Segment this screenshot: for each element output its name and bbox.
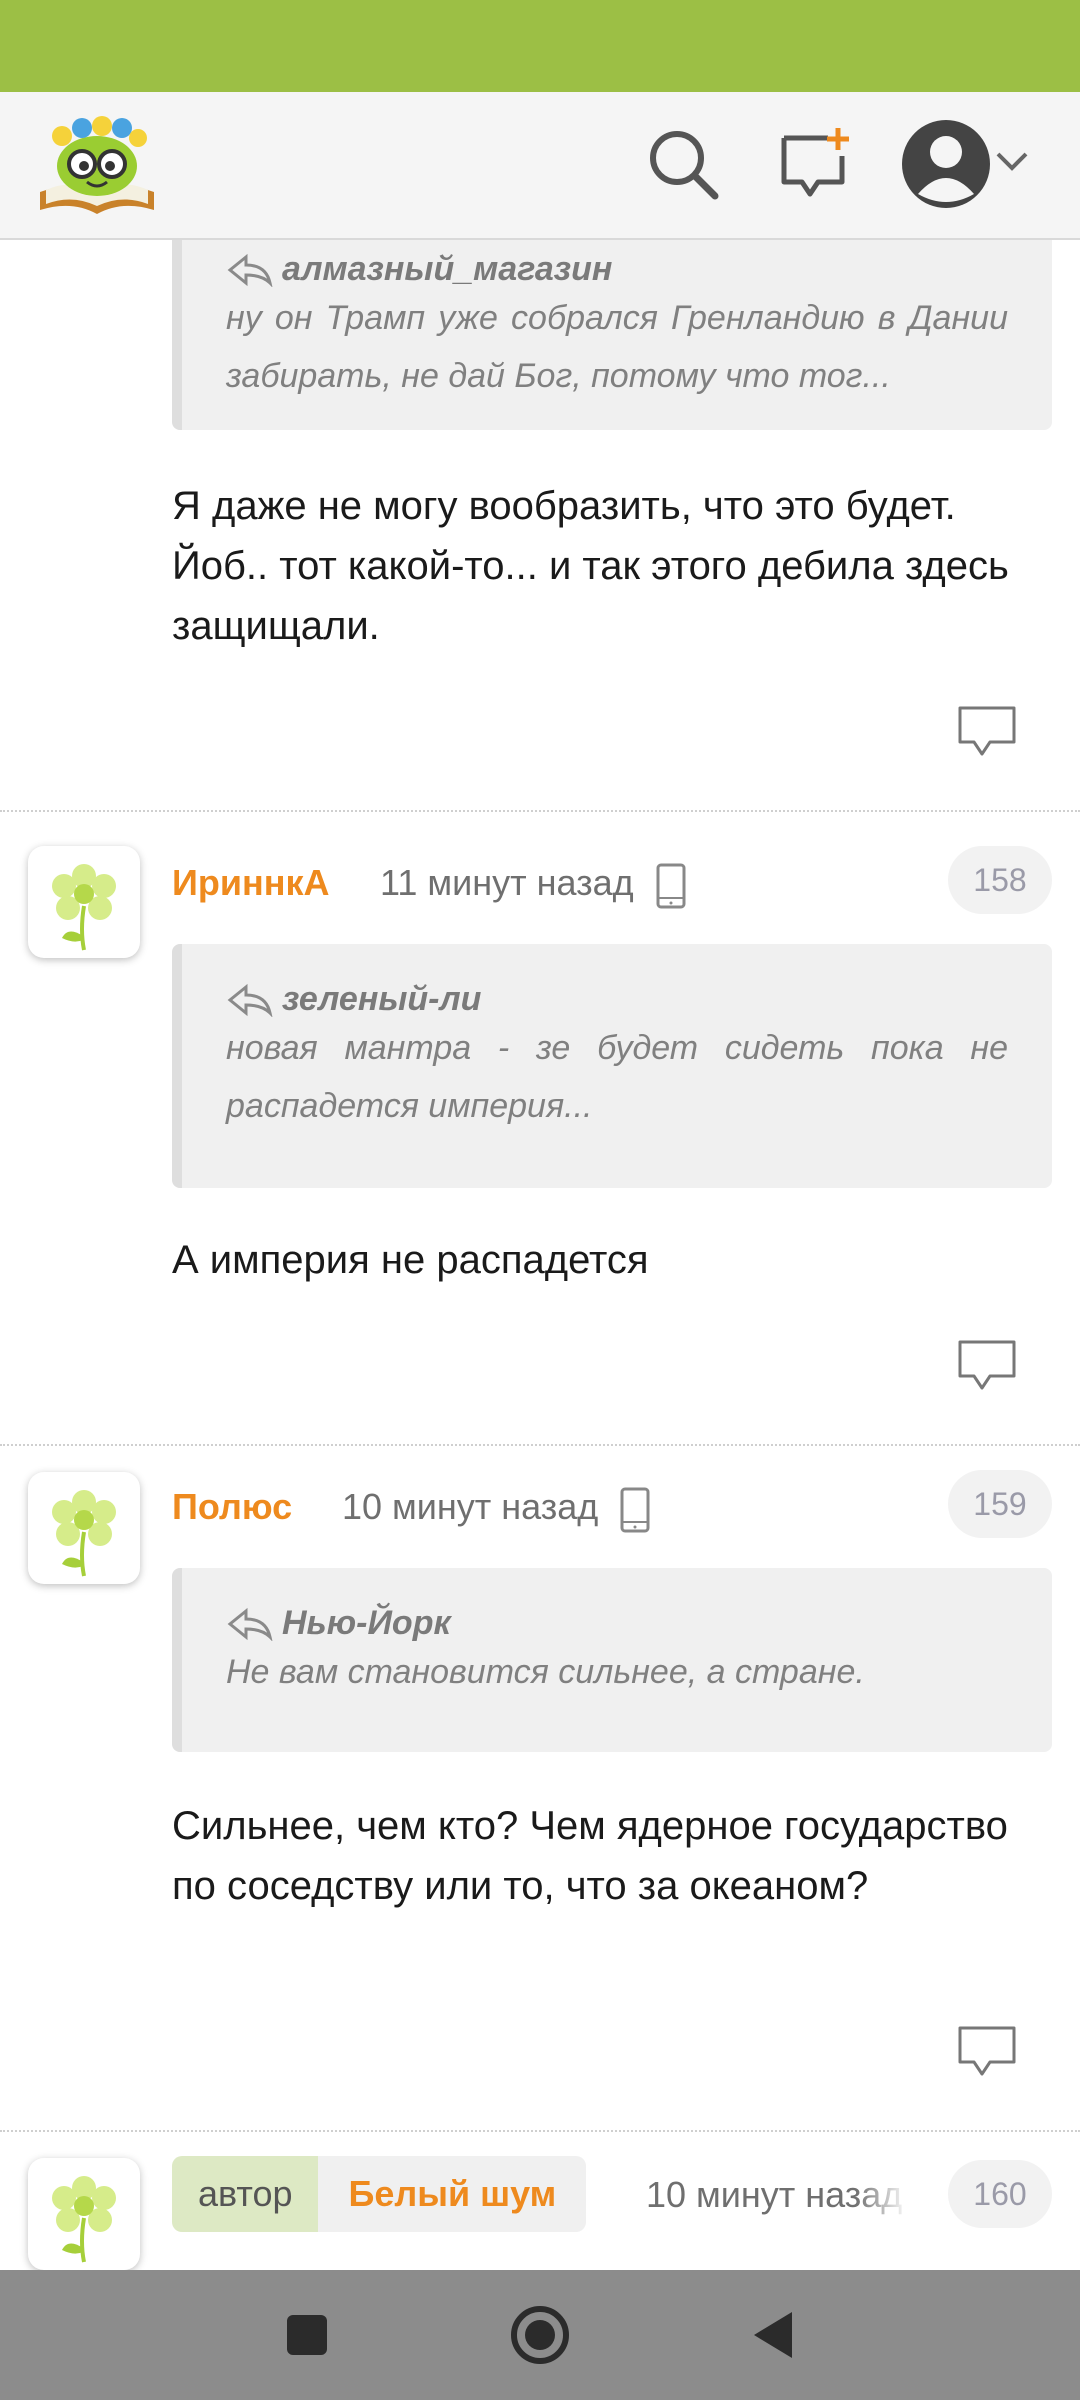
avatar[interactable] [28,846,140,958]
author-tag: автор Белый шум [172,2156,587,2232]
quote-author: зеленый-ли [226,980,1008,1019]
quote-author-name: алмазный_магазин [282,250,613,288]
reply-arrow-icon [227,253,273,287]
username[interactable]: ИриннкА [172,862,330,904]
quoted-comment[interactable]: зеленый-ли новая мантра - зе будет сидет… [172,944,1052,1188]
new-message-icon[interactable] [776,126,852,202]
reply-icon[interactable] [956,2024,1018,2078]
quote-text: ну он Трамп уже собрался Гренландию в Да… [226,299,1008,395]
divider [0,810,1080,812]
status-bar [0,0,1080,92]
comments-feed: алмазный_магазин ну он Трамп уже собралс… [0,240,1080,2270]
timestamp: 10 минут назад [342,1486,599,1527]
quote-author-name: зеленый-ли [282,980,482,1018]
quote-text: Не вам становится сильнее, а стране. [226,1653,865,1691]
divider [0,2130,1080,2132]
reply-icon[interactable] [956,1338,1018,1392]
username[interactable]: Полюс [172,1486,292,1528]
system-navigation-bar [0,2270,1080,2400]
quote-author-name: Нью-Йорк [282,1604,451,1642]
comment-text: Сильнее, чем кто? Чем ядерное государств… [172,1804,1008,1908]
reply-arrow-icon [227,1607,273,1641]
username[interactable]: Белый шум [318,2156,587,2232]
mobile-device-icon [618,1486,652,1534]
divider [0,1444,1080,1446]
reply-icon[interactable] [956,704,1018,758]
home-button[interactable] [505,2300,575,2370]
comment-text: Я даже не могу вообразить, что это будет… [172,484,1009,648]
avatar[interactable] [28,1472,140,1584]
quoted-comment[interactable]: Нью-Йорк Не вам становится сильнее, а ст… [172,1568,1052,1752]
mobile-device-icon [654,862,688,910]
author-label: автор [172,2156,319,2232]
comment-number-badge: 160 [948,2160,1052,2228]
quote-author: алмазный_магазин [226,250,1008,289]
comment-number-badge: 158 [948,846,1052,914]
back-button[interactable] [738,2300,808,2370]
comment-text: А империя не распадется [172,1238,649,1282]
site-logo[interactable] [32,106,162,224]
timestamp: 11 минут назад [380,862,634,903]
recent-apps-button[interactable] [272,2300,342,2370]
quote-author: Нью-Йорк [226,1604,1008,1643]
quote-text: новая мантра - зе будет сидеть пока не р… [226,1029,1008,1125]
quoted-comment[interactable]: алмазный_магазин ну он Трамп уже собралс… [172,240,1052,430]
profile-icon[interactable] [900,118,992,210]
comment-number-badge: 159 [948,1470,1052,1538]
reply-arrow-icon [227,983,273,1017]
timestamp: 10 минут назад [646,2174,903,2215]
chevron-down-icon[interactable] [992,142,1032,182]
avatar[interactable] [28,2158,140,2270]
app-header [0,92,1080,240]
search-icon[interactable] [645,126,721,202]
